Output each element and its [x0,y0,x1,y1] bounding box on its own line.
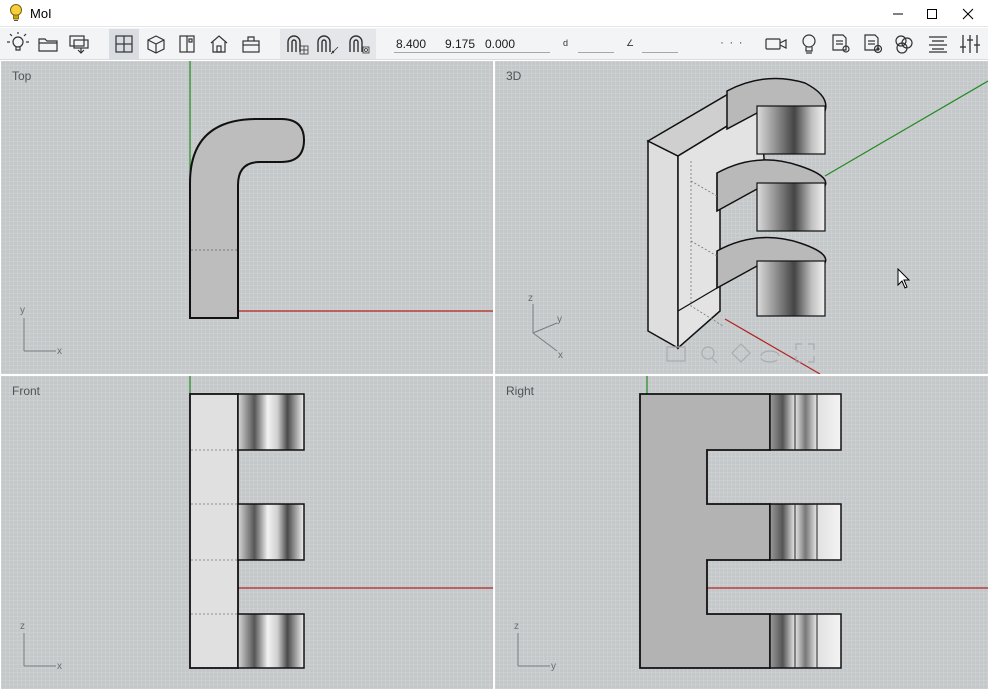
maximize-button[interactable] [914,0,950,27]
viewport-label-right: Right [506,384,535,398]
3d-axis-z-label: z [528,293,533,304]
front-view-icon [179,35,195,53]
front-view-scene: z x [20,376,493,672]
front-prong-top [237,393,305,451]
align-button[interactable] [923,29,953,59]
viewport-label-3d: 3D [506,69,522,83]
3d-axis-y-label: y [557,314,562,325]
coord-x-value[interactable]: 8.400 [396,37,426,51]
light-button[interactable] [794,29,824,59]
front-axis-horizontal-label: x [57,661,62,672]
object-snap-icon [349,35,370,54]
3d-axis-indicator [532,304,558,352]
viewport-label-top: Top [12,69,32,83]
title-bar: MoI [0,0,988,27]
grid-snap-button[interactable] [282,29,312,59]
right-prong-top [769,393,842,451]
distance-symbol: d [563,38,569,48]
zoom-icon [701,346,718,364]
coord-y-value[interactable]: 9.175 [445,37,475,51]
viewport-right[interactable]: Right z y [495,376,988,689]
viewport-top[interactable]: Top y x [1,61,493,374]
pan-icon [731,343,751,363]
front-axis-vertical-label: z [20,621,25,632]
grid-snap-icon [287,35,309,55]
mouse-cursor-icon [897,268,911,289]
right-prong-middle [769,503,842,561]
align-icon [929,36,947,53]
3d-view-button[interactable] [141,29,171,59]
right-prong-bottom [769,613,842,669]
coord-z-value[interactable]: 0.000 [485,37,515,51]
styles-icon [895,35,913,54]
viewport-label-front: Front [12,384,41,398]
top-axis-vertical-label: y [20,305,25,316]
top-axis-indicator [23,318,56,352]
close-button[interactable] [950,0,986,27]
top-view-scene: y x [20,61,493,357]
export-icon [69,35,89,54]
top-axis-horizontal-label: x [57,346,62,357]
front-spine [189,393,239,669]
main-menu-button[interactable] [3,29,33,59]
right-view-scene: z y [514,376,988,672]
coord-underline [394,52,550,53]
camera-icon [765,38,787,50]
overflow-menu[interactable]: · · · [720,35,744,49]
right-axis-horizontal-label: y [551,661,556,672]
sliders-button[interactable] [955,29,985,59]
properties-icon [832,34,850,53]
light-icon [802,34,816,54]
split-view-button[interactable] [109,29,139,59]
home-view-icon [210,35,228,53]
front-prong-middle [237,503,305,561]
export-button[interactable] [64,29,94,59]
open-folder-icon [38,38,58,52]
right-axis-vertical-label: z [514,621,519,632]
top-profile-shape [189,118,306,319]
main-toolbar: 8.400 9.175 0.000 d ∠ · · · [0,28,988,60]
viewport-3d[interactable]: 3D z y x [495,61,988,374]
minimize-icon [893,13,903,14]
settings-button[interactable] [858,29,888,59]
3d-view-scene: z y x [528,77,988,374]
distance-input[interactable] [578,52,614,53]
close-icon [962,8,974,19]
hide-icon [242,36,260,53]
angle-input[interactable] [642,52,678,53]
right-e-profile [639,393,771,669]
styles-button[interactable] [889,29,919,59]
window-title: MoI [30,6,52,21]
viewport-front[interactable]: Front z x [1,376,493,689]
front-axis-indicator [23,633,56,667]
rotate-icon [760,350,780,363]
fullscreen-icon [795,343,815,363]
minimize-button[interactable] [880,0,916,27]
open-file-button[interactable] [33,29,63,59]
split-view-icon [115,35,133,53]
front-view-button[interactable] [172,29,202,59]
straight-snap-icon [317,35,339,55]
hide-button[interactable] [236,29,266,59]
3d-view-icon [147,35,165,54]
angle-symbol: ∠ [626,38,635,48]
maximize-icon [927,8,937,19]
object-snap-button[interactable] [344,29,374,59]
sliders-icon [960,35,980,53]
3d-axis-x-label: x [558,350,563,361]
straight-snap-button[interactable] [312,29,342,59]
camera-button[interactable] [761,29,791,59]
lightbulb-menu-icon [7,32,29,51]
home-view-button[interactable] [204,29,234,59]
frame-icon [666,346,686,362]
lightbulb-icon [10,4,22,21]
settings-icon [864,34,883,54]
properties-button[interactable] [826,29,856,59]
right-axis-indicator [517,633,550,667]
view-controls-bar [666,343,815,364]
front-prong-bottom [237,613,305,669]
